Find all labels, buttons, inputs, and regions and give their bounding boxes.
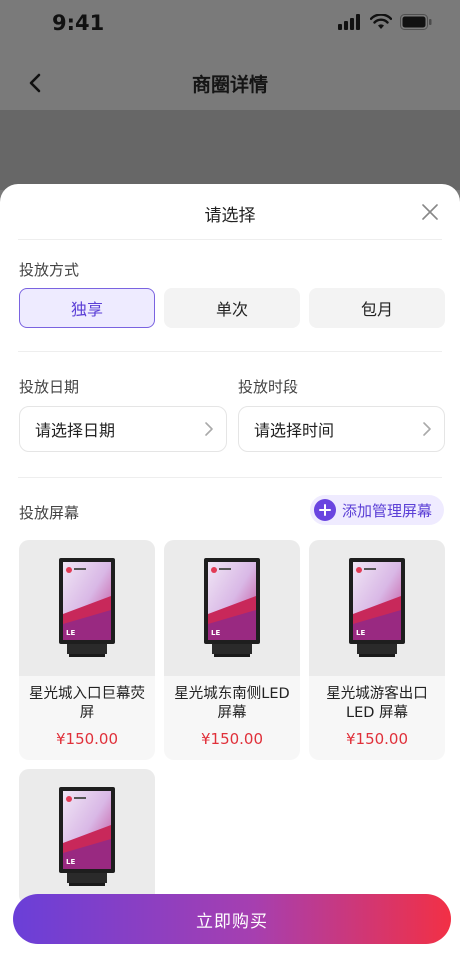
screen-name: 星光城游客出口LED 屏幕 [326, 686, 428, 721]
svg-text:LE: LE [66, 629, 75, 637]
screen-name: 星光城东南侧LED屏幕 [174, 686, 290, 721]
time-select-placeholder: 请选择时间 [254, 421, 335, 440]
status-time: 9:41 [52, 11, 105, 35]
svg-text:LE: LE [211, 629, 220, 637]
screens-label: 投放屏幕 [19, 504, 80, 522]
screen-price: ¥150.00 [200, 730, 264, 748]
screen-card[interactable]: LE 星光城入口巨幕荧屏 ¥150.00 [19, 540, 155, 760]
chevron-right-icon [423, 422, 431, 436]
close-button[interactable] [416, 198, 444, 226]
screen-image: LE [19, 769, 155, 905]
chevron-right-icon [205, 422, 213, 436]
date-select-placeholder: 请选择日期 [35, 421, 116, 440]
sheet-title: 请选择 [204, 206, 256, 226]
select-sheet: 请选择 投放方式 独享 单次 包月 投放日期 投放时段 请选择日期 请选择时间 … [0, 184, 460, 980]
screen-name: 星光城入口巨幕荧屏 [29, 686, 145, 721]
page-title: 商圈详情 [191, 74, 268, 96]
time-select[interactable]: 请选择时间 [238, 406, 445, 452]
mode-option-single[interactable]: 单次 [164, 288, 300, 328]
screen-card[interactable]: LE [19, 769, 155, 905]
svg-text:LE: LE [356, 629, 365, 637]
screen-image: LE [19, 540, 155, 676]
add-screen-label: 添加管理屏幕 [341, 501, 432, 520]
plus-icon [313, 499, 336, 521]
add-screen-button[interactable]: 添加管理屏幕 [309, 495, 444, 525]
screen-card[interactable]: LE 星光城游客出口LED 屏幕 ¥150.00 [309, 540, 445, 760]
date-label: 投放日期 [19, 378, 80, 396]
mode-option-monthly[interactable]: 包月 [309, 288, 445, 328]
background-content [0, 110, 460, 190]
screen-price: ¥150.00 [55, 730, 119, 748]
status-icons [338, 14, 432, 30]
screen-price: ¥150.00 [345, 730, 409, 748]
status-bar: 9:41 [0, 0, 460, 48]
screen-image: LE [309, 540, 445, 676]
time-label: 投放时段 [238, 378, 299, 396]
screen-image: LE [164, 540, 300, 676]
mode-label: 投放方式 [19, 261, 80, 279]
close-icon [422, 204, 438, 220]
svg-text:LE: LE [66, 858, 75, 866]
date-select[interactable]: 请选择日期 [19, 406, 227, 452]
signal-icon [338, 14, 360, 30]
divider [18, 239, 442, 240]
nav-bar: 商圈详情 [0, 56, 460, 110]
wifi-icon [370, 14, 392, 29]
buy-now-button[interactable]: 立即购买 [13, 894, 451, 944]
mode-option-exclusive[interactable]: 独享 [19, 288, 155, 328]
sheet-header: 请选择 [0, 184, 460, 240]
divider [18, 351, 442, 352]
divider [18, 477, 442, 478]
battery-icon [400, 14, 432, 30]
screen-card[interactable]: LE 星光城东南侧LED屏幕 ¥150.00 [164, 540, 300, 760]
